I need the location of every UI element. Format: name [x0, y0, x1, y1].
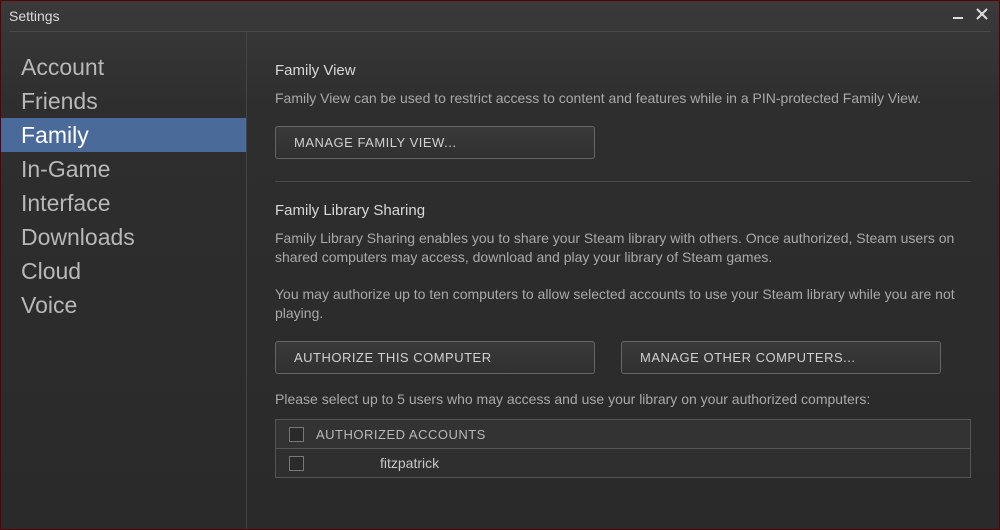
sidebar-item-family[interactable]: Family — [1, 118, 246, 152]
library-sharing-button-row: AUTHORIZE THIS COMPUTER MANAGE OTHER COM… — [275, 341, 971, 374]
library-sharing-description-2: You may authorize up to ten computers to… — [275, 285, 971, 323]
titlebar: Settings — [1, 1, 999, 31]
window-title: Settings — [9, 8, 60, 24]
close-icon — [975, 7, 989, 21]
sidebar-item-in-game[interactable]: In-Game — [1, 152, 246, 186]
content-pane: Family View Family View can be used to r… — [247, 32, 999, 529]
library-sharing-description-1: Family Library Sharing enables you to sh… — [275, 229, 971, 267]
manage-family-view-button[interactable]: MANAGE FAMILY VIEW... — [275, 126, 595, 159]
authorize-this-computer-button[interactable]: AUTHORIZE THIS COMPUTER — [275, 341, 595, 374]
account-name: fitzpatrick — [380, 455, 439, 471]
sidebar: Account Friends Family In-Game Interface… — [1, 32, 247, 529]
family-view-description: Family View can be used to restrict acce… — [275, 89, 971, 108]
sidebar-item-account[interactable]: Account — [1, 50, 246, 84]
row-checkbox[interactable] — [289, 456, 304, 471]
window-controls — [947, 5, 993, 23]
authorized-accounts-table: AUTHORIZED ACCOUNTS fitzpatrick — [275, 419, 971, 478]
authorized-accounts-column-header: AUTHORIZED ACCOUNTS — [316, 427, 486, 442]
select-users-text: Please select up to 5 users who may acce… — [275, 390, 971, 409]
sidebar-item-friends[interactable]: Friends — [1, 84, 246, 118]
row-checkbox-cell — [276, 456, 316, 471]
sidebar-item-voice[interactable]: Voice — [1, 288, 246, 322]
header-checkbox-cell — [276, 427, 316, 442]
library-sharing-heading: Family Library Sharing — [275, 202, 971, 219]
sidebar-item-cloud[interactable]: Cloud — [1, 254, 246, 288]
section-divider — [275, 181, 971, 182]
table-row[interactable]: fitzpatrick — [276, 449, 970, 477]
minimize-icon — [951, 7, 965, 21]
settings-window: Settings Account Friends Family In-Game … — [0, 0, 1000, 530]
minimize-button[interactable] — [947, 5, 969, 23]
sidebar-item-interface[interactable]: Interface — [1, 186, 246, 220]
manage-other-computers-button[interactable]: MANAGE OTHER COMPUTERS... — [621, 341, 941, 374]
close-button[interactable] — [971, 5, 993, 23]
select-all-checkbox[interactable] — [289, 427, 304, 442]
sidebar-item-downloads[interactable]: Downloads — [1, 220, 246, 254]
family-view-heading: Family View — [275, 62, 971, 79]
table-header-row: AUTHORIZED ACCOUNTS — [276, 420, 970, 449]
body: Account Friends Family In-Game Interface… — [1, 32, 999, 529]
